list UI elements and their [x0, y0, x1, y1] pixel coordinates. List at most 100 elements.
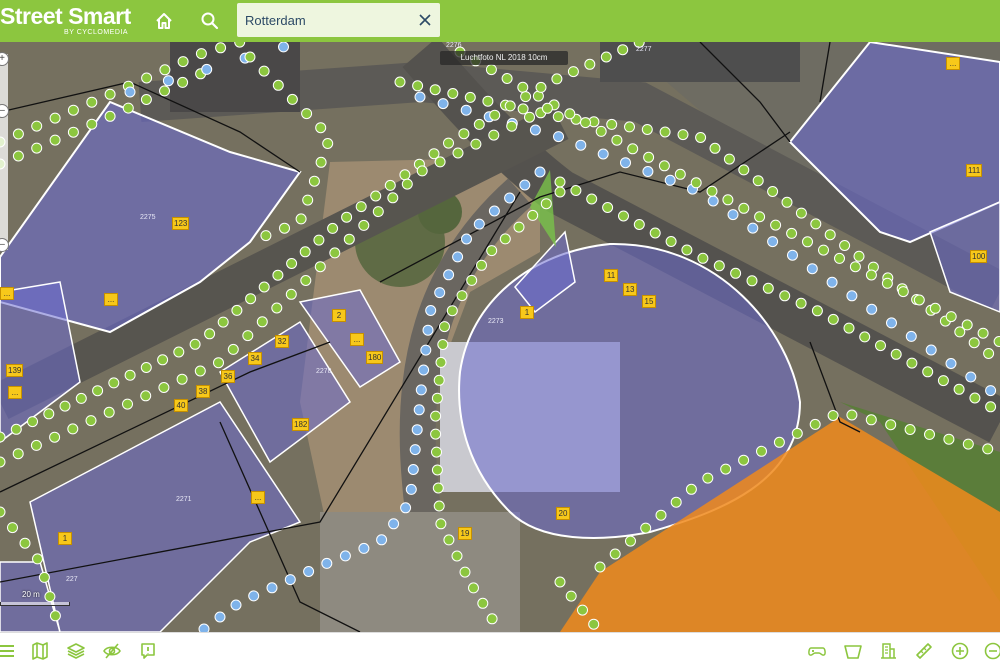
recording-point[interactable]: [356, 202, 366, 212]
recording-point[interactable]: [11, 424, 21, 434]
recording-point[interactable]: [675, 169, 685, 179]
recording-point[interactable]: [359, 220, 369, 230]
recording-point[interactable]: [944, 434, 954, 444]
recording-point[interactable]: [819, 245, 829, 255]
recording-point[interactable]: [417, 166, 427, 176]
recording-point[interactable]: [671, 497, 681, 507]
recording-point[interactable]: [44, 409, 54, 419]
recording-point[interactable]: [235, 42, 245, 47]
recording-point[interactable]: [13, 449, 23, 459]
recording-point[interactable]: [787, 228, 797, 238]
recording-point[interactable]: [768, 237, 778, 247]
recording-point[interactable]: [60, 401, 70, 411]
recording-point[interactable]: [123, 399, 133, 409]
recording-point[interactable]: [721, 464, 731, 474]
recording-point[interactable]: [401, 503, 411, 513]
recording-point[interactable]: [542, 103, 552, 113]
recording-point[interactable]: [860, 332, 870, 342]
recording-point[interactable]: [76, 393, 86, 403]
recording-point[interactable]: [50, 135, 60, 145]
recording-point[interactable]: [259, 66, 269, 76]
recording-point[interactable]: [243, 331, 253, 341]
recording-point[interactable]: [412, 425, 422, 435]
recording-point[interactable]: [566, 591, 576, 601]
recording-point[interactable]: [416, 385, 426, 395]
recording-point[interactable]: [844, 323, 854, 333]
recording-point[interactable]: [68, 127, 78, 137]
recording-point[interactable]: [986, 402, 996, 412]
recording-point[interactable]: [436, 357, 446, 367]
recording-point[interactable]: [0, 507, 5, 517]
recording-point[interactable]: [141, 391, 151, 401]
recording-point[interactable]: [160, 65, 170, 75]
recording-point[interactable]: [93, 386, 103, 396]
recording-point[interactable]: [388, 193, 398, 203]
recording-point[interactable]: [216, 43, 226, 53]
recording-point[interactable]: [612, 135, 622, 145]
recording-point[interactable]: [938, 376, 948, 386]
recording-point[interactable]: [728, 210, 738, 220]
recording-point[interactable]: [371, 191, 381, 201]
recording-point[interactable]: [431, 411, 441, 421]
recording-point[interactable]: [50, 611, 60, 621]
recording-point[interactable]: [887, 318, 897, 328]
recording-point[interactable]: [930, 303, 940, 313]
recording-point[interactable]: [436, 519, 446, 529]
recording-point[interactable]: [373, 207, 383, 217]
recording-point[interactable]: [724, 154, 734, 164]
recording-point[interactable]: [199, 624, 209, 632]
recording-point[interactable]: [595, 562, 605, 572]
recording-point[interactable]: [966, 372, 976, 382]
recording-point[interactable]: [33, 554, 43, 564]
recording-point[interactable]: [423, 325, 433, 335]
recording-point[interactable]: [946, 312, 956, 322]
recording-point[interactable]: [461, 105, 471, 115]
recording-point[interactable]: [747, 276, 757, 286]
recording-point[interactable]: [866, 270, 876, 280]
recording-point[interactable]: [847, 291, 857, 301]
recording-point[interactable]: [650, 228, 660, 238]
recording-point[interactable]: [487, 246, 497, 256]
recording-point[interactable]: [518, 82, 528, 92]
recording-point[interactable]: [827, 277, 837, 287]
recording-point[interactable]: [316, 123, 326, 133]
recording-point[interactable]: [178, 57, 188, 67]
recording-point[interactable]: [215, 612, 225, 622]
recording-point[interactable]: [408, 465, 418, 475]
recording-point[interactable]: [525, 112, 535, 122]
recording-point[interactable]: [465, 92, 475, 102]
recording-point[interactable]: [453, 252, 463, 262]
recording-point[interactable]: [581, 118, 591, 128]
recording-point[interactable]: [104, 407, 114, 417]
recording-point[interactable]: [840, 241, 850, 251]
recording-point[interactable]: [471, 139, 481, 149]
recording-point[interactable]: [811, 219, 821, 229]
recording-point[interactable]: [500, 234, 510, 244]
recording-point[interactable]: [665, 175, 675, 185]
recording-point[interactable]: [467, 275, 477, 285]
recording-point[interactable]: [535, 167, 545, 177]
recording-point[interactable]: [478, 598, 488, 608]
recording-point[interactable]: [125, 87, 135, 97]
recording-point[interactable]: [452, 551, 462, 561]
recording-point[interactable]: [641, 523, 651, 533]
recording-point[interactable]: [850, 262, 860, 272]
recording-point[interactable]: [678, 130, 688, 140]
recording-point[interactable]: [686, 484, 696, 494]
recording-point[interactable]: [876, 341, 886, 351]
recording-point[interactable]: [796, 298, 806, 308]
recording-point[interactable]: [359, 543, 369, 553]
recording-point[interactable]: [190, 339, 200, 349]
home-button[interactable]: [151, 8, 177, 34]
recording-point[interactable]: [32, 143, 42, 153]
recording-point[interactable]: [123, 103, 133, 113]
recording-point[interactable]: [246, 294, 256, 304]
recording-point[interactable]: [771, 220, 781, 230]
recording-point[interactable]: [541, 199, 551, 209]
recording-point[interactable]: [598, 149, 608, 159]
recording-point[interactable]: [521, 92, 531, 102]
recording-point[interactable]: [502, 74, 512, 84]
recording-point[interactable]: [303, 195, 313, 205]
recording-point[interactable]: [925, 429, 935, 439]
zoom-slider[interactable]: + – –: [0, 54, 8, 250]
